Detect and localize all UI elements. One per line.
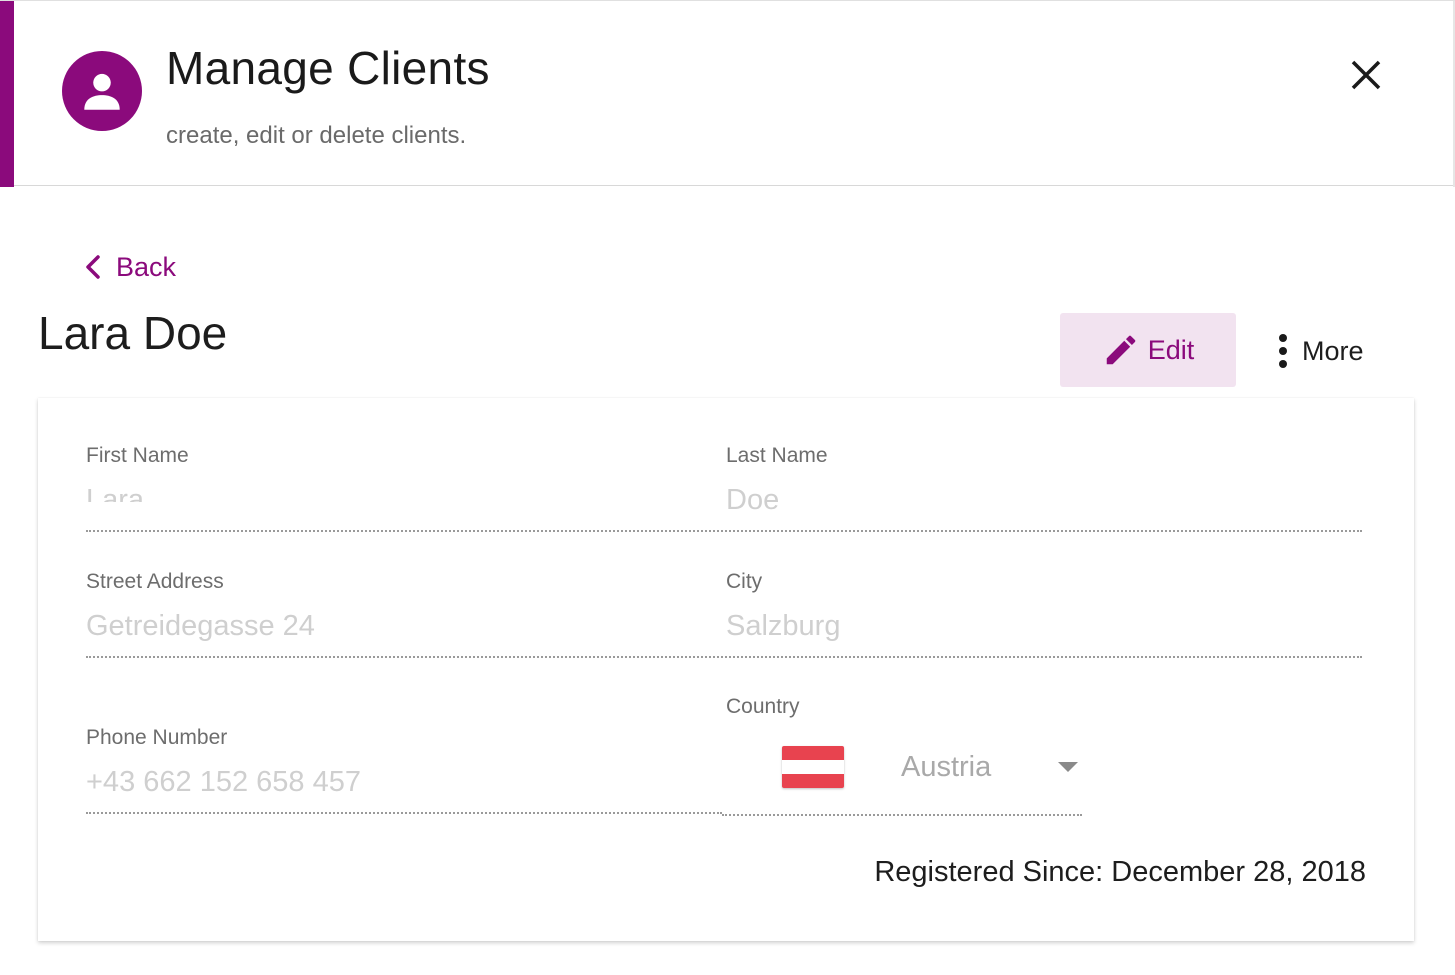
more-label: More: [1302, 335, 1364, 366]
first-name-clip: Lara: [86, 482, 686, 502]
phone-number-field[interactable]: +43 662 152 658 457: [86, 766, 361, 799]
client-details-card: First Name Lara Last Name Doe Street Add…: [38, 398, 1414, 941]
city-label: City: [726, 570, 763, 593]
last-name-field[interactable]: Doe: [726, 484, 779, 517]
more-button[interactable]: More: [1270, 320, 1364, 382]
austria-flag-icon: [782, 746, 844, 788]
city-field[interactable]: Salzburg: [726, 610, 840, 643]
caret-down-icon: [1058, 762, 1078, 772]
page-header: Manage Clients create, edit or delete cl…: [0, 0, 1455, 187]
row2-underline: [86, 656, 1362, 658]
more-vertical-icon: [1279, 334, 1287, 368]
back-label: Back: [116, 251, 177, 282]
first-name-field[interactable]: Lara: [86, 484, 144, 502]
row1-underline: [86, 530, 1362, 532]
pencil-icon: [1106, 335, 1135, 365]
page-title: Manage Clients: [166, 42, 490, 94]
client-name-heading: Lara Doe: [38, 307, 228, 359]
phone-underline: [86, 812, 722, 814]
last-name-label: Last Name: [726, 444, 828, 467]
chevron-left-icon: [86, 255, 100, 279]
back-link[interactable]: Back: [82, 248, 176, 286]
page-subtitle: create, edit or delete clients.: [166, 122, 467, 149]
country-select[interactable]: Austria: [782, 738, 1082, 796]
header-accent-bar: [0, 1, 14, 187]
first-name-label: First Name: [86, 444, 189, 467]
street-address-label: Street Address: [86, 570, 224, 593]
close-icon: [1351, 60, 1381, 90]
phone-number-label: Phone Number: [86, 726, 228, 749]
person-icon: [62, 51, 142, 131]
country-underline: [722, 814, 1082, 816]
edit-button[interactable]: Edit: [1060, 313, 1236, 387]
close-button[interactable]: [1342, 51, 1390, 99]
registered-since: Registered Since: December 28, 2018: [874, 856, 1366, 888]
country-value: Austria: [901, 750, 992, 783]
edit-label: Edit: [1147, 334, 1195, 365]
street-address-field[interactable]: Getreidegasse 24: [86, 610, 315, 643]
country-label: Country: [726, 695, 800, 718]
